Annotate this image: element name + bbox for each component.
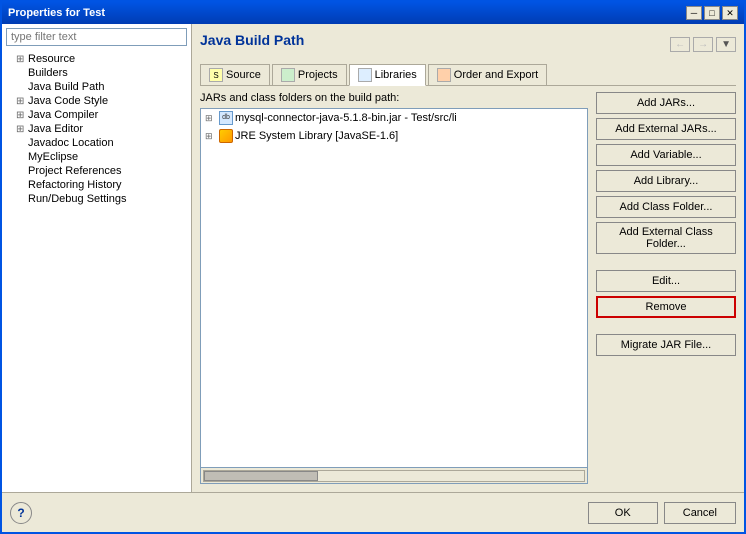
add-jars-button[interactable]: Add JARs... (596, 92, 736, 114)
add-class-folder-button[interactable]: Add Class Folder... (596, 196, 736, 218)
sidebar-item-label: Refactoring History (28, 179, 122, 191)
sidebar-item-label: Java Code Style (28, 95, 108, 107)
jar-sql-icon: db (219, 111, 233, 125)
sidebar-item-myeclipse[interactable]: MyEclipse (2, 150, 191, 164)
maximize-button[interactable]: □ (704, 6, 720, 20)
tab-source-label: Source (226, 69, 261, 81)
edit-button[interactable]: Edit... (596, 270, 736, 292)
sidebar: ⊞ Resource Builders Java Build Path ⊞ Ja… (2, 24, 192, 492)
main-panel: Java Build Path ← → ▼ S Source Projects (192, 24, 744, 492)
order-icon (437, 68, 451, 82)
button-panel: Add JARs... Add External JARs... Add Var… (596, 92, 736, 484)
expand-icon: ⊞ (205, 131, 217, 142)
migrate-jar-button[interactable]: Migrate JAR File... (596, 334, 736, 356)
tab-projects-label: Projects (298, 69, 338, 81)
sidebar-item-project-references[interactable]: Project References (2, 164, 191, 178)
bottom-bar: ? OK Cancel (2, 492, 744, 532)
cancel-button[interactable]: Cancel (664, 502, 736, 524)
build-area: JARs and class folders on the build path… (200, 92, 736, 484)
sidebar-item-java-build-path[interactable]: Java Build Path (2, 80, 191, 94)
nav-controls: ← → ▼ (670, 37, 736, 52)
sidebar-item-java-code-style[interactable]: ⊞ Java Code Style (2, 94, 191, 108)
tab-projects[interactable]: Projects (272, 64, 347, 85)
nav-forward-button[interactable]: → (693, 37, 713, 52)
list-item[interactable]: ⊞ db mysql-connector-java-5.1.8-bin.jar … (201, 109, 587, 127)
expand-icon: ⊞ (16, 54, 26, 65)
add-external-jars-button[interactable]: Add External JARs... (596, 118, 736, 140)
tab-bar: S Source Projects Libraries Order and Ex… (200, 64, 736, 86)
tree-area: ⊞ Resource Builders Java Build Path ⊞ Ja… (2, 50, 191, 492)
tab-source[interactable]: S Source (200, 64, 270, 85)
add-library-button[interactable]: Add Library... (596, 170, 736, 192)
window-title: Properties for Test (8, 7, 105, 19)
sidebar-item-run-debug[interactable]: Run/Debug Settings (2, 192, 191, 206)
add-variable-button[interactable]: Add Variable... (596, 144, 736, 166)
libraries-icon (358, 68, 372, 82)
sidebar-item-label: Builders (28, 67, 68, 79)
scrollbar-thumb[interactable] (204, 471, 318, 481)
sidebar-item-label: MyEclipse (28, 151, 78, 163)
sidebar-item-label: Java Compiler (28, 109, 98, 121)
sidebar-item-label: Resource (28, 53, 75, 65)
expand-icon: ⊞ (16, 124, 26, 135)
tab-libraries-label: Libraries (375, 69, 417, 81)
sidebar-item-label: Run/Debug Settings (28, 193, 126, 205)
sidebar-item-label: Javadoc Location (28, 137, 114, 149)
jar-entry-label: mysql-connector-java-5.1.8-bin.jar - Tes… (235, 112, 457, 124)
nav-dropdown-button[interactable]: ▼ (716, 37, 736, 52)
content-area: ⊞ Resource Builders Java Build Path ⊞ Ja… (2, 24, 744, 492)
properties-window: Properties for Test ─ □ ✕ ⊞ Resource Bui… (0, 0, 746, 534)
scrollbar-track[interactable] (203, 470, 585, 482)
ok-cancel-buttons: OK Cancel (588, 502, 736, 524)
expand-icon: ⊞ (205, 113, 217, 124)
sidebar-item-refactoring[interactable]: Refactoring History (2, 178, 191, 192)
expand-icon: ⊞ (16, 110, 26, 121)
title-bar: Properties for Test ─ □ ✕ (2, 2, 744, 24)
sidebar-item-java-compiler[interactable]: ⊞ Java Compiler (2, 108, 191, 122)
close-button[interactable]: ✕ (722, 6, 738, 20)
expand-icon: ⊞ (16, 96, 26, 107)
add-external-class-folder-button[interactable]: Add External Class Folder... (596, 222, 736, 254)
main-header: Java Build Path ← → ▼ (200, 32, 736, 56)
tab-order[interactable]: Order and Export (428, 64, 547, 85)
sidebar-item-java-editor[interactable]: ⊞ Java Editor (2, 122, 191, 136)
remove-button[interactable]: Remove (596, 296, 736, 318)
projects-icon (281, 68, 295, 82)
ok-button[interactable]: OK (588, 502, 658, 524)
minimize-button[interactable]: ─ (686, 6, 702, 20)
sidebar-item-javadoc[interactable]: Javadoc Location (2, 136, 191, 150)
filter-input[interactable] (6, 28, 187, 46)
source-icon: S (209, 68, 223, 82)
nav-back-button[interactable]: ← (670, 37, 690, 52)
horizontal-scrollbar[interactable] (200, 468, 588, 484)
panel-title: Java Build Path (200, 32, 304, 48)
sidebar-item-label: Java Editor (28, 123, 83, 135)
tab-order-label: Order and Export (454, 69, 538, 81)
sidebar-item-builders[interactable]: Builders (2, 66, 191, 80)
jar-list-label: JARs and class folders on the build path… (200, 92, 588, 104)
sidebar-item-label: Java Build Path (28, 81, 104, 93)
list-item[interactable]: ⊞ JRE System Library [JavaSE-1.6] (201, 127, 587, 145)
jre-entry-label: JRE System Library [JavaSE-1.6] (235, 130, 398, 142)
sidebar-item-resource[interactable]: ⊞ Resource (2, 52, 191, 66)
tab-libraries[interactable]: Libraries (349, 64, 426, 86)
jar-jre-icon (219, 129, 233, 143)
jar-list[interactable]: ⊞ db mysql-connector-java-5.1.8-bin.jar … (200, 108, 588, 468)
jar-list-section: JARs and class folders on the build path… (200, 92, 588, 484)
title-bar-controls: ─ □ ✕ (686, 6, 738, 20)
help-button[interactable]: ? (10, 502, 32, 524)
sidebar-item-label: Project References (28, 165, 122, 177)
